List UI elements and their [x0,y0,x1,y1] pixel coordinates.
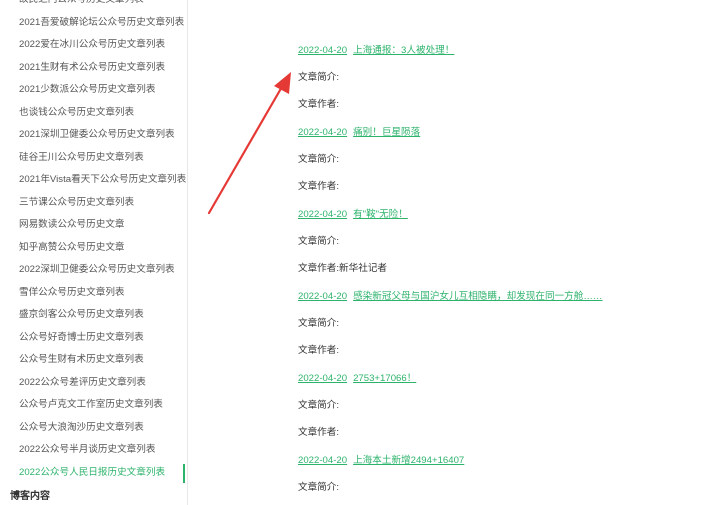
red-arrow-annotation [207,72,291,215]
